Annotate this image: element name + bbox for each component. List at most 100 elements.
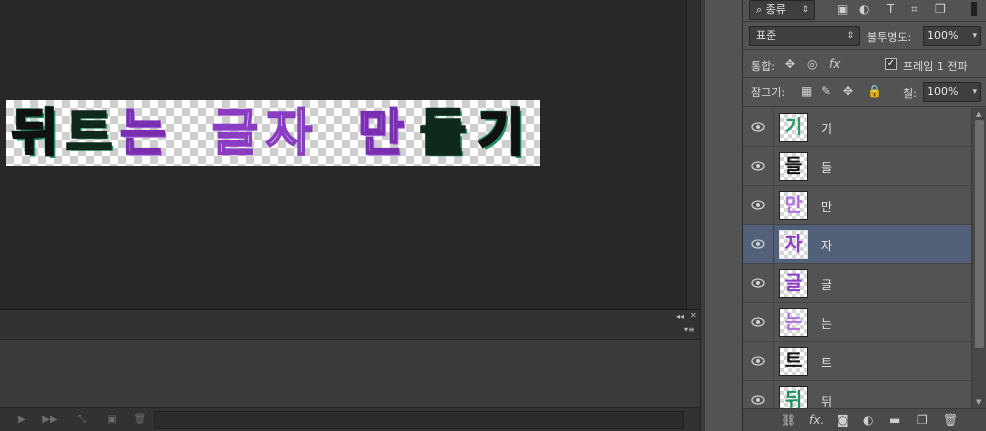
dock-divider[interactable] [701,0,705,431]
lock-all-icon[interactable]: 🔒 [867,84,882,98]
chevron-down-icon[interactable]: ▾ [972,83,977,101]
propagate-frame-label: 프레임 1 전파 [903,60,968,73]
adjustment-layer-icon[interactable]: ◐ [863,413,873,427]
layer-name[interactable]: 기 [821,120,832,137]
divider [773,108,774,147]
glyph-2: 트 [65,103,114,164]
divider [773,225,774,264]
layer-style-icon[interactable]: fx. [809,413,824,427]
new-frame-icon[interactable]: ▣ [104,412,120,428]
opacity-label: 불투명도: [867,31,912,44]
new-group-icon[interactable]: ▬ [889,413,900,427]
divider [743,49,986,50]
divider [773,303,774,342]
eye-icon[interactable] [751,277,765,289]
layer-thumbnail[interactable]: 글 [779,269,808,298]
layer-thumbnail[interactable]: 트 [779,347,808,376]
layer-thumbnail[interactable]: 들 [779,152,808,181]
divider [773,147,774,186]
layer-row[interactable]: 뒤 뒤 [743,381,971,408]
layer-row[interactable]: 글 글 [743,264,971,303]
fill-input[interactable]: 100% ▾ [923,82,981,102]
document-canvas-area[interactable]: 뒤 트 는 글 자 만 들 기 [0,0,700,309]
adjustment-layer-filter-icon[interactable]: ◐ [859,2,869,16]
layer-row[interactable]: 트 트 [743,342,971,381]
filter-toggle-switch[interactable] [971,2,977,16]
trash-icon[interactable]: 🗑 [943,413,958,427]
panel-menu-icon[interactable]: ▾≡ [684,325,695,334]
layer-thumbnail[interactable]: 뒤 [779,386,808,408]
unify-visibility-icon[interactable]: ◎ [807,57,817,71]
propagate-frame-checkbox[interactable]: ✓ [885,58,897,70]
tween-icon[interactable]: ⤡ [74,412,90,428]
layers-panel-toolbar: ⛓ fx. ◙ ◐ ▬ ❐ 🗑 [743,408,986,431]
glyph-3: 는 [119,103,167,163]
lock-transparent-pixels-icon[interactable]: ▦ [801,84,812,98]
lock-position-icon[interactable]: ✥ [843,84,853,98]
glyph-7: 들 [419,103,468,164]
layer-row[interactable]: 기 기 [743,108,971,147]
search-icon: ⌕ [756,3,766,16]
layer-row-selected[interactable]: 자 자 [743,225,971,264]
divider [773,381,774,408]
panel-dock-gutter [700,0,742,431]
next-frame-icon[interactable]: ▶▶ [42,412,58,428]
layer-thumbnail[interactable]: 자 [779,230,808,259]
shape-layer-filter-icon[interactable]: ⌗ [911,2,918,17]
eye-icon[interactable] [751,121,765,133]
layer-list-scrollbar[interactable]: ▲ ▼ [971,108,986,408]
document-image[interactable]: 뒤 트 는 글 자 만 들 기 [6,100,540,166]
add-mask-icon[interactable]: ◙ [837,413,849,427]
canvas-vertical-scrollbar[interactable] [686,0,700,309]
collapse-panel-icon[interactable]: ◂◂ [676,312,684,321]
layer-name[interactable]: 만 [821,198,832,215]
layer-thumbnail[interactable]: 기 [779,113,808,142]
scroll-up-icon[interactable]: ▲ [976,110,981,118]
divider [773,342,774,381]
filter-kind-select[interactable]: ⌕ 종류 ⇕ [749,0,815,20]
timeline-horizontal-scrollbar[interactable] [154,411,684,429]
opacity-input[interactable]: 100% ▾ [923,26,981,46]
eye-icon[interactable] [751,394,765,406]
divider [773,186,774,225]
layer-row[interactable]: 만 만 [743,186,971,225]
glyph-1: 뒤 [11,103,60,164]
unify-style-icon[interactable]: fx [829,57,840,71]
eye-icon[interactable] [751,199,765,211]
layer-thumbnail[interactable]: 만 [779,191,808,220]
unify-position-icon[interactable]: ✥ [785,57,795,71]
layer-thumbnail[interactable]: 는 [779,308,808,337]
chevron-updown-icon: ⇕ [801,5,809,15]
link-layers-icon[interactable]: ⛓ [781,413,796,427]
layers-panel: ⌕ 종류 ⇕ ▣ ◐ T ⌗ ❐ 표준 ⇕ 불투명도: 100% ▾ 통합: ✥… [742,0,986,431]
lock-image-pixels-icon[interactable]: ✎ [821,84,831,98]
eye-icon[interactable] [751,316,765,328]
eye-icon[interactable] [751,238,765,250]
blend-mode-select[interactable]: 표준 ⇕ [749,26,860,46]
eye-icon[interactable] [751,355,765,367]
layer-name[interactable]: 들 [821,159,832,176]
scrollbar-thumb[interactable] [975,120,984,348]
trash-icon[interactable]: 🗑 [132,412,148,428]
divider [743,77,986,78]
timeline-frames-area[interactable] [0,339,700,407]
pixel-layer-filter-icon[interactable]: ▣ [837,2,848,16]
layer-name[interactable]: 는 [821,315,832,332]
close-panel-icon[interactable]: ✕ [690,311,697,320]
layer-name[interactable]: 글 [821,276,832,293]
opacity-value: 100% [927,29,959,42]
eye-icon[interactable] [751,160,765,172]
smart-object-filter-icon[interactable]: ❐ [935,2,946,16]
play-icon[interactable]: ▶ [14,412,30,428]
layer-row[interactable]: 는 는 [743,303,971,342]
divider [773,264,774,303]
layer-name[interactable]: 트 [821,354,832,371]
fill-label: 칠: [903,87,917,100]
new-layer-icon[interactable]: ❐ [917,413,928,427]
chevron-down-icon[interactable]: ▾ [972,27,977,45]
layer-name[interactable]: 뒤 [821,393,832,408]
layer-name[interactable]: 자 [821,237,832,254]
layer-row[interactable]: 들 들 [743,147,971,186]
type-layer-filter-icon[interactable]: T [887,2,894,16]
scroll-down-icon[interactable]: ▼ [976,398,981,406]
